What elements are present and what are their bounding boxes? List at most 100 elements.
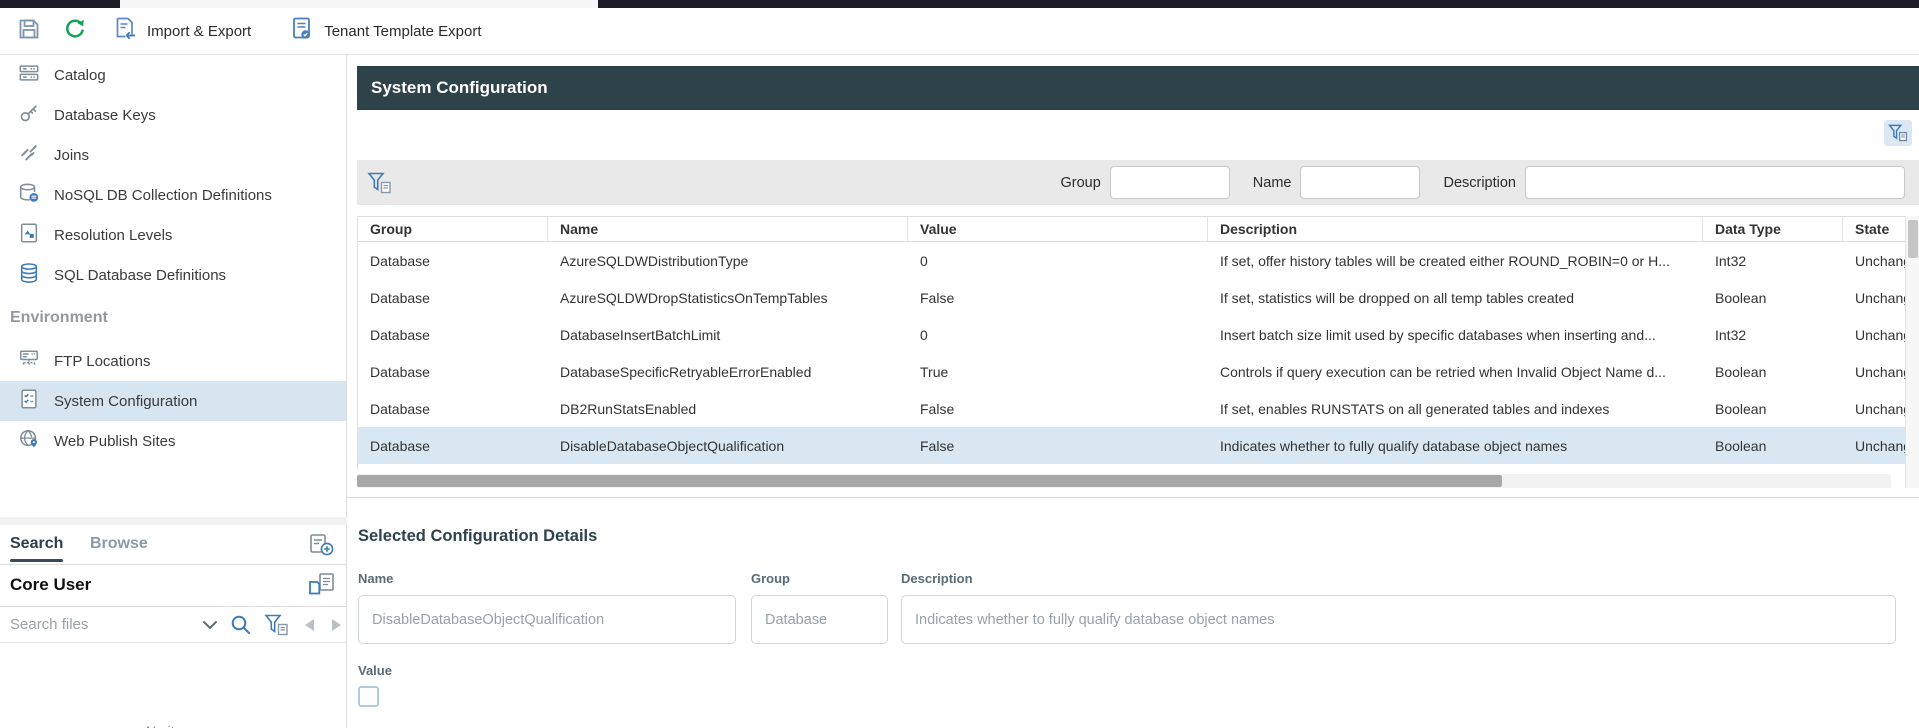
sidebar-item-catalog[interactable]: Catalog (0, 55, 346, 95)
sidebar-item-nosql-db-collection-definitions[interactable]: NoSQL DB Collection Definitions (0, 175, 346, 215)
table-row[interactable]: Database DisableDatabaseObjectQualificat… (358, 427, 1905, 464)
cell-data-type: Boolean (1703, 427, 1843, 464)
filter-toggle-button[interactable] (1884, 120, 1912, 146)
cell-description: If set, enables RUNSTATS on all generate… (1208, 390, 1703, 427)
cell-data-type: Int32 (1703, 242, 1843, 279)
add-item-button[interactable] (308, 532, 335, 563)
table-row[interactable]: Database DB2RunStatsEnabled False If set… (358, 390, 1905, 427)
column-header-group[interactable]: Group (358, 217, 548, 241)
cell-state: Unchanged (1843, 316, 1905, 353)
search-input[interactable] (10, 616, 190, 633)
sidebar-search-row (0, 607, 347, 643)
cell-value: True (908, 353, 1208, 390)
catalog-icon (18, 62, 40, 89)
vertical-scrollbar-thumb[interactable] (1908, 220, 1918, 258)
resolution-levels-icon (18, 222, 40, 249)
grid-filter-icon[interactable] (367, 172, 392, 194)
cell-description: If set, offer history tables will be cre… (1208, 242, 1703, 279)
search-icon[interactable] (230, 614, 252, 636)
table-row[interactable]: Database AzureSQLDWDistributionType 0 If… (358, 242, 1905, 279)
column-header-description[interactable]: Description (1208, 217, 1703, 241)
sidebar-item-web-publish-sites[interactable]: Web Publish Sites (0, 421, 346, 461)
next-arrow-icon[interactable] (329, 618, 345, 632)
filter-bar: Group Name Description (357, 160, 1919, 205)
cell-value: 0 (908, 316, 1208, 353)
pane-divider (347, 497, 1919, 498)
cell-description: Indicates whether to fully qualify datab… (1208, 427, 1703, 464)
sidebar-item-joins[interactable]: Joins (0, 135, 346, 175)
tenant-template-export-icon (289, 16, 315, 47)
column-header-name[interactable]: Name (548, 217, 908, 241)
table-row[interactable]: Database DatabaseSpecificRetryableErrorE… (358, 353, 1905, 390)
filter-name-label: Name (1253, 175, 1292, 191)
sidebar-tabs: Search Browse (0, 527, 347, 565)
sidebar-item-database-keys[interactable]: Database Keys (0, 95, 346, 135)
sidebar-item-label: NoSQL DB Collection Definitions (54, 187, 272, 204)
key-icon (18, 102, 40, 129)
cell-name: AzureSQLDWDistributionType (548, 242, 908, 279)
cell-description: If set, statistics will be dropped on al… (1208, 279, 1703, 316)
table-header: Group Name Value Description Data Type S… (358, 216, 1905, 242)
refresh-button[interactable] (56, 13, 94, 49)
table-row[interactable]: Database DatabaseInsertBatchLimit 0 Inse… (358, 316, 1905, 353)
sidebar-nav: Catalog Database Keys Joins (0, 55, 346, 461)
import-export-button[interactable]: Import & Export (106, 13, 257, 49)
cell-data-type: Boolean (1703, 353, 1843, 390)
cell-value: False (908, 279, 1208, 316)
column-header-state[interactable]: State (1843, 217, 1905, 241)
core-user-section: Core User (0, 565, 347, 607)
save-button[interactable] (10, 13, 48, 49)
page-header: System Configuration (357, 66, 1919, 110)
app-window: Import & Export Tenant Template Export (0, 0, 1919, 728)
tab-search[interactable]: Search (10, 535, 63, 553)
cell-state: Unchanged (1843, 427, 1905, 464)
sidebar-item-label: Web Publish Sites (54, 433, 175, 450)
sidebar-item-ftp-locations[interactable]: FTP Locations (0, 341, 346, 381)
table-row[interactable]: Database AzureSQLDWDropStatisticsOnTempT… (358, 279, 1905, 316)
cell-group: Database (358, 353, 548, 390)
filter-description-label: Description (1443, 175, 1516, 191)
details-value-label: Value (358, 663, 392, 678)
web-publish-sites-icon (18, 428, 40, 455)
cell-name: AzureSQLDWDropStatisticsOnTempTables (548, 279, 908, 316)
filter-icon[interactable] (264, 614, 289, 636)
joins-icon (18, 142, 40, 169)
browser-active-tab-strip (120, 0, 598, 8)
table-row-partial (358, 464, 1905, 470)
toolbar: Import & Export Tenant Template Export (0, 8, 1919, 55)
sql-database-icon (18, 262, 40, 289)
tenant-template-export-button[interactable]: Tenant Template Export (283, 13, 487, 49)
horizontal-scrollbar-thumb[interactable] (357, 475, 1502, 487)
cell-group: Database (358, 279, 548, 316)
sidebar-item-label: SQL Database Definitions (54, 267, 226, 284)
filter-description-input[interactable] (1525, 166, 1905, 199)
details-group-field[interactable]: Database (751, 595, 888, 644)
cell-name: DB2RunStatsEnabled (548, 390, 908, 427)
chevron-down-icon[interactable] (202, 620, 218, 630)
sidebar-item-resolution-levels[interactable]: Resolution Levels (0, 215, 346, 255)
column-header-data-type[interactable]: Data Type (1703, 217, 1843, 241)
vertical-scrollbar[interactable] (1905, 216, 1919, 488)
sidebar: Catalog Database Keys Joins (0, 55, 347, 728)
sidebar-item-label: FTP Locations (54, 353, 150, 370)
details-value-checkbox[interactable] (358, 686, 379, 707)
tab-browse[interactable]: Browse (90, 535, 148, 553)
filter-name-input[interactable] (1300, 166, 1420, 199)
cell-state: Unchanged (1843, 353, 1905, 390)
sidebar-item-system-configuration[interactable]: System Configuration (0, 381, 346, 421)
copy-button[interactable] (307, 572, 339, 605)
filter-group-input[interactable] (1110, 166, 1230, 199)
ftp-locations-icon (18, 348, 40, 375)
previous-arrow-icon[interactable] (301, 618, 317, 632)
details-name-field[interactable]: DisableDatabaseObjectQualification (358, 595, 736, 644)
cell-value: False (908, 427, 1208, 464)
core-user-label: Core User (10, 575, 91, 595)
details-description-field[interactable]: Indicates whether to fully qualify datab… (901, 595, 1896, 644)
page-title: System Configuration (371, 78, 548, 98)
column-header-value[interactable]: Value (908, 217, 1208, 241)
sidebar-item-sql-database-definitions[interactable]: SQL Database Definitions (0, 255, 346, 295)
horizontal-scrollbar[interactable] (357, 474, 1891, 488)
cell-data-type: Int32 (1703, 316, 1843, 353)
filter-group-label: Group (1060, 175, 1100, 191)
save-icon (17, 17, 41, 46)
